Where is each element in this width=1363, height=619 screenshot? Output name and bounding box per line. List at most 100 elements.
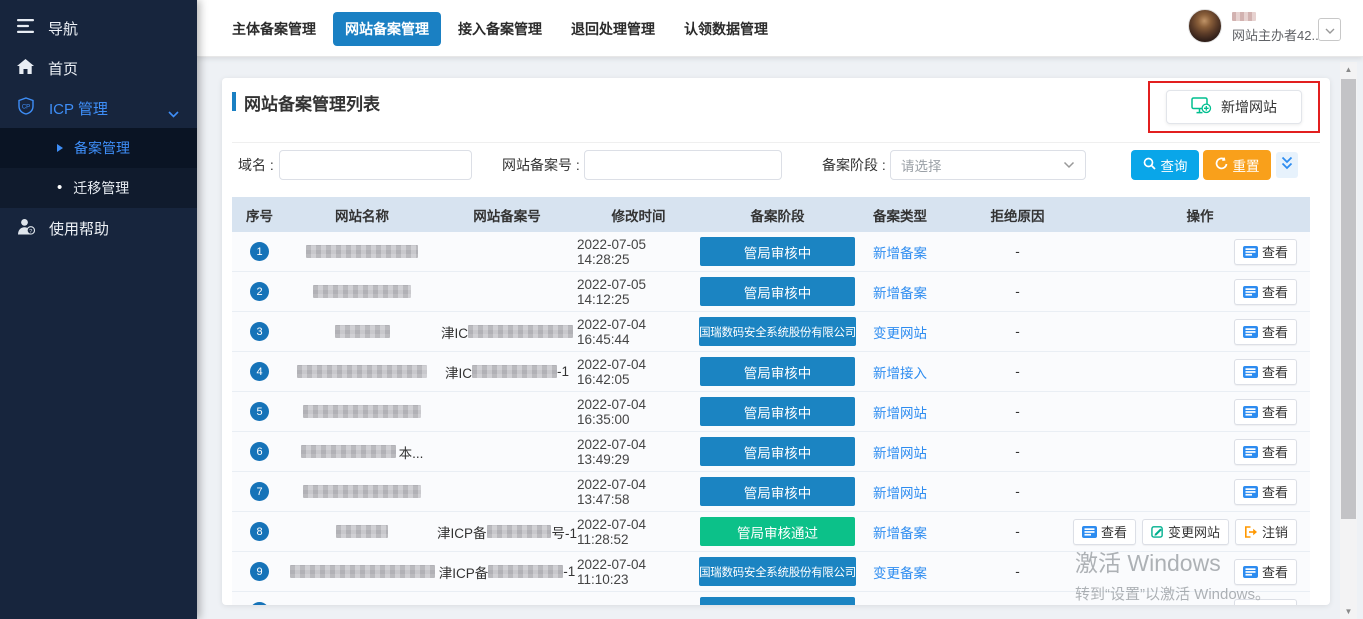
icp-number-input[interactable] (584, 150, 782, 180)
cell-reject-reason: - (945, 484, 1090, 499)
cell-icp-number: 津IC-1 (437, 362, 577, 382)
tab-website-filing[interactable]: 网站备案管理 (333, 12, 441, 46)
svg-text:CP: CP (22, 105, 30, 111)
tab-claim-data[interactable]: 认领数据管理 (672, 12, 780, 46)
search-button[interactable]: 查询 (1131, 150, 1199, 180)
chevron-down-icon (1063, 156, 1075, 174)
redacted-icp-number (468, 325, 573, 338)
view-button[interactable]: 查看 (1234, 359, 1297, 385)
tab-return-processing[interactable]: 退回处理管理 (559, 12, 667, 46)
view-label: 查看 (1262, 402, 1288, 421)
cancel-icon (1244, 526, 1258, 538)
menu-icon (17, 19, 34, 37)
view-icon (1243, 486, 1258, 498)
user-dropdown-button[interactable] (1318, 18, 1341, 41)
cell-site-name (287, 285, 437, 298)
sidebar-item-icp-management[interactable]: CP ICP 管理 (0, 88, 197, 128)
search-icon (1143, 157, 1156, 173)
table-row: 8津ICP备号-12022-07-04 11:28:52管局审核通过新增备案-查… (232, 512, 1310, 552)
cell-index: 7 (232, 482, 287, 501)
sidebar-item-nav[interactable]: 导航 (0, 8, 197, 48)
redacted-icp-number (472, 365, 557, 378)
reset-button[interactable]: 重置 (1203, 150, 1271, 180)
cell-stage: 管局审核中 (700, 437, 855, 466)
cell-site-name (287, 245, 437, 258)
cell-filing-type: 新增网站 (855, 402, 945, 422)
cell-index: 10 (232, 602, 287, 605)
sidebar-item-label: 迁移管理 (73, 178, 129, 198)
icp-number-label: 网站备案号 : (502, 150, 580, 180)
caret-right-icon (57, 144, 63, 152)
view-label: 查看 (1262, 562, 1288, 581)
cell-index: 2 (232, 282, 287, 301)
sidebar-item-migration-management[interactable]: • 迁移管理 (0, 168, 197, 208)
cell-site-name (287, 365, 437, 378)
cell-site-name (287, 525, 437, 538)
cell-site-name (287, 405, 437, 418)
stage-badge: 管局审核中 (700, 477, 855, 506)
table-row: 3津IC2022-07-04 16:45:44国瑞数码安全系统股份有限公司变更网… (232, 312, 1310, 352)
user-info: 网站主办者42... (1232, 9, 1322, 45)
user-avatar[interactable] (1188, 9, 1222, 43)
stage-select-value: 请选择 (901, 155, 942, 175)
sidebar-item-label: ICP 管理 (49, 98, 108, 119)
sidebar-item-help[interactable]: ? 使用帮助 (0, 208, 197, 248)
sidebar-item-filing-management[interactable]: 备案管理 (0, 128, 197, 168)
redacted-site-name (301, 445, 396, 458)
cell-modified-time: 2022-07-04 16:42:05 (577, 357, 700, 387)
view-button[interactable]: 查看 (1234, 399, 1297, 425)
cell-index: 3 (232, 322, 287, 341)
view-button[interactable]: 查看 (1234, 599, 1297, 606)
icp-suffix: -1 (557, 364, 569, 379)
cell-modified-time: 2022-07-05 14:28:25 (577, 237, 700, 267)
view-icon (1243, 246, 1258, 258)
cell-modified-time: 2022-07-05 14:12:25 (577, 277, 700, 307)
cell-operations: 查看变更网站注销 (1090, 519, 1310, 545)
content-card: 网站备案管理列表 新增网站 域名 : 网站备案号 : 备案阶段 : 请选择 查询… (222, 78, 1330, 605)
tab-subject-filing[interactable]: 主体备案管理 (220, 12, 328, 46)
scroll-thumb[interactable] (1341, 79, 1356, 519)
cell-stage: 管局审核中 (700, 357, 855, 386)
cell-filing-type: 新增接入 (855, 362, 945, 382)
scroll-down-arrow[interactable]: ▼ (1340, 604, 1357, 619)
cancel-button[interactable]: 注销 (1235, 519, 1297, 545)
redacted-site-name (306, 245, 418, 258)
cell-operations: 查看 (1090, 399, 1310, 425)
view-icon (1243, 286, 1258, 298)
view-button[interactable]: 查看 (1234, 439, 1297, 465)
view-button[interactable]: 查看 (1234, 319, 1297, 345)
redacted-site-name (297, 365, 427, 378)
scroll-up-arrow[interactable]: ▲ (1340, 62, 1357, 77)
sidebar-item-home[interactable]: 首页 (0, 48, 197, 88)
view-button[interactable]: 查看 (1234, 479, 1297, 505)
tab-access-filing[interactable]: 接入备案管理 (446, 12, 554, 46)
cell-index: 4 (232, 362, 287, 381)
bullet-icon: • (57, 183, 62, 193)
column-header-modified-time: 修改时间 (577, 205, 700, 225)
table-row: 4津IC-12022-07-04 16:42:05管局审核中新增接入-查看 (232, 352, 1310, 392)
view-icon (1243, 446, 1258, 458)
view-button[interactable]: 查看 (1234, 239, 1297, 265)
shield-cp-icon: CP (17, 97, 35, 119)
stage-select[interactable]: 请选择 (890, 150, 1086, 180)
cell-filing-type: 新增备案 (855, 282, 945, 302)
view-button[interactable]: 查看 (1234, 279, 1297, 305)
row-number-badge: 10 (250, 602, 269, 605)
redacted-site-name (303, 485, 421, 498)
cell-filing-type: 新增备案 (855, 242, 945, 262)
domain-input[interactable] (279, 150, 472, 180)
cell-filing-type: 变更网站 (855, 322, 945, 342)
view-button[interactable]: 查看 (1234, 559, 1297, 585)
expand-filters-button[interactable] (1276, 152, 1298, 178)
column-header-index: 序号 (232, 205, 287, 225)
add-website-label: 新增网站 (1221, 97, 1277, 117)
change-button[interactable]: 变更网站 (1142, 519, 1229, 545)
add-website-button[interactable]: 新增网站 (1166, 90, 1302, 124)
cell-stage: 国瑞数码安全系统股份有限公司 (700, 557, 855, 586)
title-accent-bar (232, 92, 236, 111)
view-button[interactable]: 查看 (1073, 519, 1136, 545)
cell-stage: 管局审核中 (700, 477, 855, 506)
sidebar-item-label: 备案管理 (74, 138, 130, 158)
view-label: 查看 (1262, 322, 1288, 341)
column-header-filing-type: 备案类型 (855, 205, 945, 225)
